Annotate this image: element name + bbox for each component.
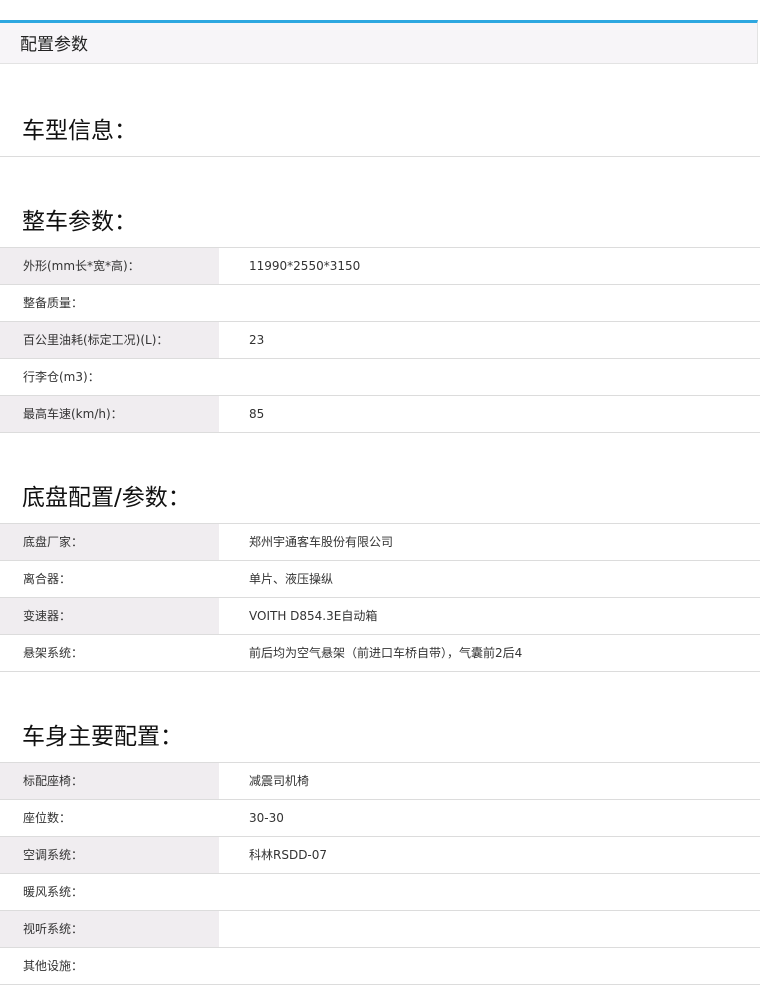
section-divider bbox=[0, 156, 760, 157]
section-title-vehicle: 整车参数： bbox=[22, 209, 137, 235]
section-title-body: 车身主要配置： bbox=[22, 724, 183, 750]
row-value: 减震司机椅 bbox=[249, 774, 310, 788]
row-value: 前后均为空气悬架（前进口车桥自带），气囊前2后4 bbox=[249, 646, 523, 660]
section-title-model: 车型信息： bbox=[22, 118, 137, 144]
table-row: 变速器： VOITH D854.3E自动箱 bbox=[0, 598, 760, 635]
table-row: 最高车速(km/h)： 85 bbox=[0, 396, 760, 433]
table-row: 视听系统： bbox=[0, 911, 760, 948]
row-label: 外形(mm长*宽*高)： bbox=[0, 248, 219, 284]
row-label: 其他设施： bbox=[23, 959, 84, 973]
table-row: 标配座椅： 减震司机椅 bbox=[0, 763, 760, 800]
row-label: 暖风系统： bbox=[23, 885, 84, 899]
row-label: 离合器： bbox=[23, 572, 72, 586]
row-value: 郑州宇通客车股份有限公司 bbox=[249, 535, 394, 549]
row-label: 整备质量： bbox=[23, 296, 84, 310]
row-label: 百公里油耗(标定工况)(L)： bbox=[0, 322, 219, 358]
row-label: 空调系统： bbox=[0, 837, 219, 873]
table-row: 外形(mm长*宽*高)： 11990*2550*3150 bbox=[0, 248, 760, 285]
table-row: 空调系统： 科林RSDD-07 bbox=[0, 837, 760, 874]
row-value: 30-30 bbox=[249, 811, 284, 825]
row-label: 标配座椅： bbox=[0, 763, 219, 799]
section-title-chassis: 底盘配置/参数： bbox=[22, 485, 191, 511]
table-row: 离合器： 单片、液压操纵 bbox=[0, 561, 760, 598]
table-row: 整备质量： bbox=[0, 285, 760, 322]
row-label: 变速器： bbox=[0, 598, 219, 634]
table-row: 百公里油耗(标定工况)(L)： 23 bbox=[0, 322, 760, 359]
table-row: 悬架系统： 前后均为空气悬架（前进口车桥自带），气囊前2后4 bbox=[0, 635, 760, 672]
row-label: 最高车速(km/h)： bbox=[0, 396, 219, 432]
row-value: 单片、液压操纵 bbox=[249, 572, 334, 586]
table-row: 底盘厂家： 郑州宇通客车股份有限公司 bbox=[0, 524, 760, 561]
table-row: 暖风系统： bbox=[0, 874, 760, 911]
row-label: 底盘厂家： bbox=[0, 524, 219, 560]
panel-header: 配置参数 bbox=[0, 20, 758, 64]
row-value: 85 bbox=[249, 407, 265, 421]
row-label: 座位数： bbox=[23, 811, 72, 825]
body-config-table: 标配座椅： 减震司机椅 座位数： 30-30 空调系统： 科林RSDD-07 暖… bbox=[0, 763, 760, 985]
row-value: 科林RSDD-07 bbox=[249, 848, 328, 862]
chassis-params-table: 底盘厂家： 郑州宇通客车股份有限公司 离合器： 单片、液压操纵 变速器： VOI… bbox=[0, 524, 760, 672]
row-label: 悬架系统： bbox=[23, 646, 84, 660]
row-label: 视听系统： bbox=[0, 911, 219, 947]
table-row: 行李仓(m3)： bbox=[0, 359, 760, 396]
panel-title: 配置参数 bbox=[20, 35, 88, 55]
row-value: VOITH D854.3E自动箱 bbox=[249, 609, 378, 623]
vehicle-params-table: 外形(mm长*宽*高)： 11990*2550*3150 整备质量： 百公里油耗… bbox=[0, 248, 760, 433]
row-label: 行李仓(m3)： bbox=[23, 370, 100, 384]
row-value: 23 bbox=[249, 333, 265, 347]
row-value: 11990*2550*3150 bbox=[249, 259, 361, 273]
table-row: 其他设施： bbox=[0, 948, 760, 985]
table-row: 座位数： 30-30 bbox=[0, 800, 760, 837]
